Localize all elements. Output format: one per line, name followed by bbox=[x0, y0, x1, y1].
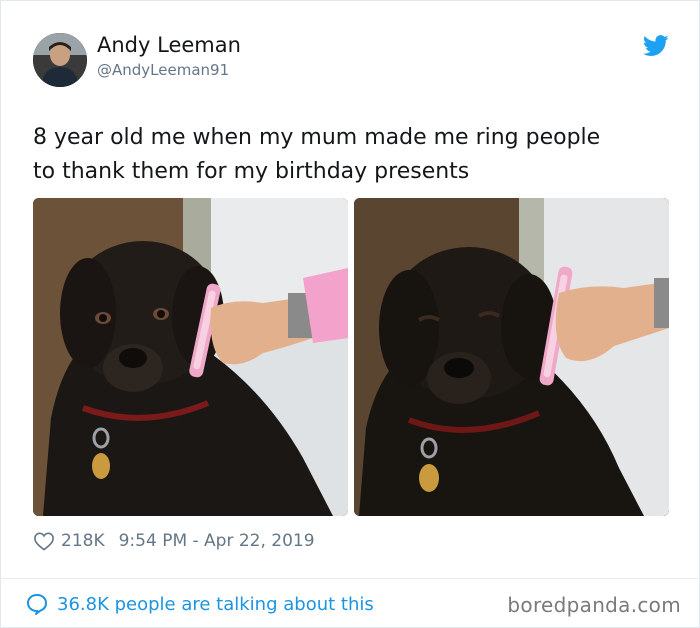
author-avatar[interactable] bbox=[33, 33, 87, 87]
tweet-text-line: to thank them for my birthday presents bbox=[33, 159, 470, 184]
tweet-photo-left[interactable] bbox=[33, 198, 348, 516]
tweet-meta: 218K 9:54 PM - Apr 22, 2019 bbox=[33, 528, 315, 554]
like-count[interactable]: 218K bbox=[61, 531, 105, 551]
author-handle[interactable]: @AndyLeeman91 bbox=[97, 61, 229, 79]
tweet-timestamp[interactable]: 9:54 PM - Apr 22, 2019 bbox=[119, 531, 315, 551]
twitter-bird-icon[interactable] bbox=[642, 35, 669, 57]
speech-bubble-icon bbox=[27, 594, 47, 615]
watermark: boredpanda.com bbox=[507, 593, 681, 617]
conversation-link[interactable]: 36.8K people are talking about this bbox=[25, 591, 374, 617]
tweet-text: 8 year old me when my mum made me ring p… bbox=[33, 121, 673, 189]
tweet-card: Andy Leeman @AndyLeeman91 8 year old me … bbox=[0, 0, 700, 628]
heart-icon[interactable] bbox=[33, 531, 55, 551]
conversation-label: 36.8K people are talking about this bbox=[57, 593, 374, 615]
tweet-text-line: 8 year old me when my mum made me ring p… bbox=[33, 125, 601, 150]
author-name[interactable]: Andy Leeman bbox=[97, 33, 241, 57]
divider bbox=[2, 578, 698, 579]
tweet-photo-right[interactable] bbox=[354, 198, 669, 516]
